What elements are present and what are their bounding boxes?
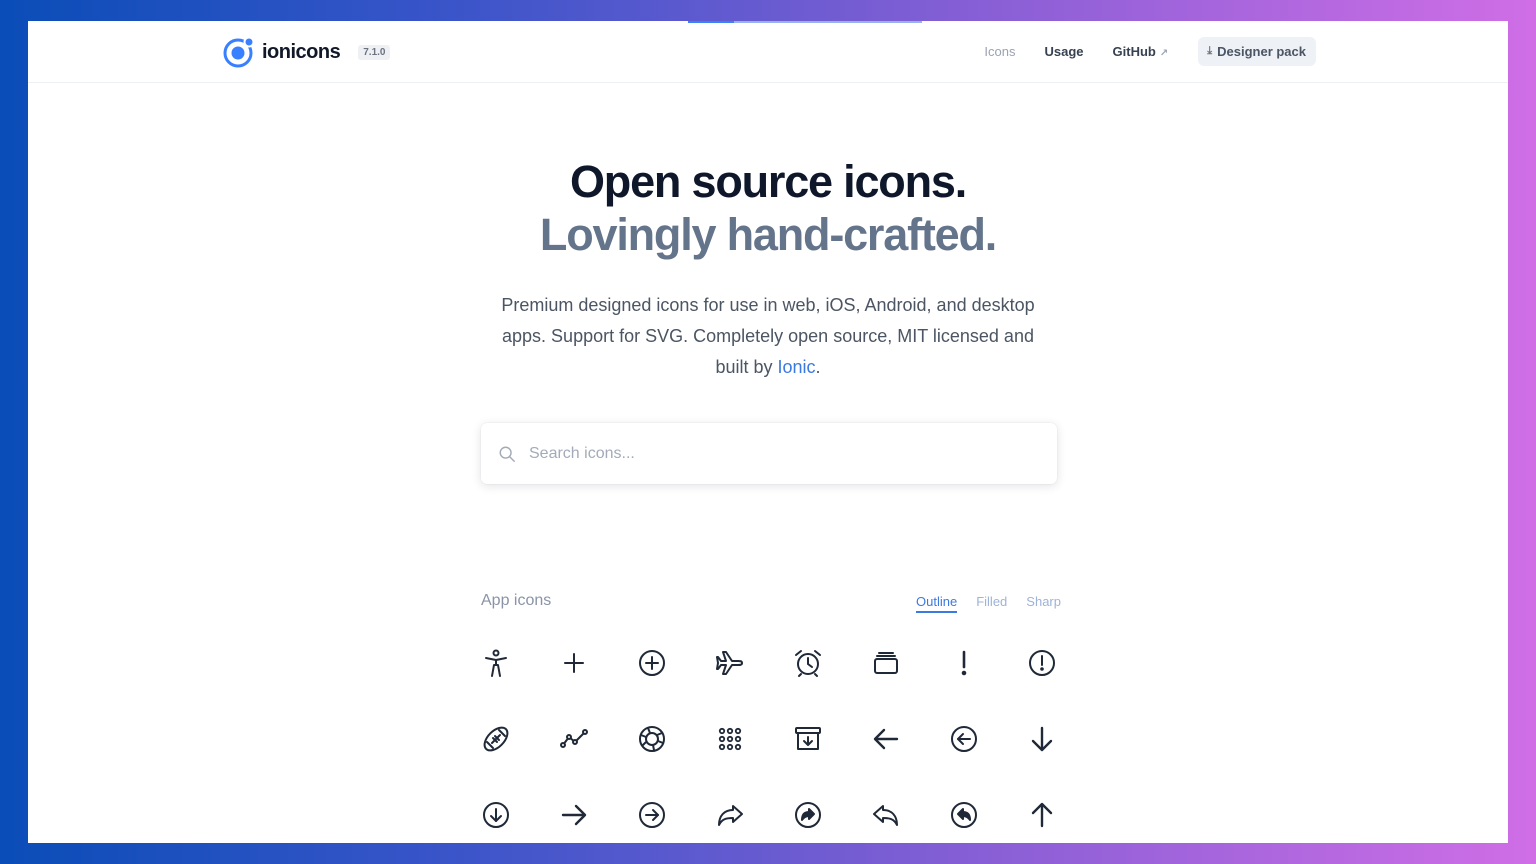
ionicons-logo-icon xyxy=(222,35,256,69)
airplane-outline-icon[interactable] xyxy=(710,643,750,683)
tab-sharp[interactable]: Sharp xyxy=(1026,594,1061,613)
logo[interactable]: ionicons 7.1.0 xyxy=(222,35,391,69)
american-football-outline-icon[interactable] xyxy=(476,719,516,759)
hero-description-text: Premium designed icons for use in web, i… xyxy=(501,295,1035,377)
apps-outline-icon[interactable] xyxy=(710,719,750,759)
arrow-undo-circle-outline-icon[interactable] xyxy=(944,795,984,835)
albums-outline-icon[interactable] xyxy=(866,643,906,683)
arrow-down-circle-outline-icon[interactable] xyxy=(476,795,516,835)
alert-circle-outline-icon[interactable] xyxy=(1022,643,1062,683)
icon-grid xyxy=(476,643,1116,843)
ionic-link[interactable]: Ionic xyxy=(778,357,816,377)
download-icon: ⤓ xyxy=(1207,45,1213,57)
arrow-redo-outline-icon[interactable] xyxy=(710,795,750,835)
logo-text: ionicons xyxy=(262,40,341,63)
analytics-outline-icon[interactable] xyxy=(554,719,594,759)
arrow-down-outline-icon[interactable] xyxy=(1022,719,1062,759)
section-title: App icons xyxy=(481,592,552,609)
aperture-outline-icon[interactable] xyxy=(632,719,672,759)
nav-icons-link[interactable]: Icons xyxy=(984,44,1015,59)
icon-style-tabs: Outline Filled Sharp xyxy=(897,594,1061,613)
hero-description: Premium designed icons for use in web, i… xyxy=(498,290,1038,383)
designer-pack-button[interactable]: ⤓ Designer pack xyxy=(1198,37,1316,66)
search-icon xyxy=(499,446,515,462)
alert-outline-icon[interactable] xyxy=(944,643,984,683)
external-link-icon: ↗ xyxy=(1159,48,1169,59)
hero-title-line1: Open source icons. xyxy=(569,156,967,207)
add-outline-icon[interactable] xyxy=(554,643,594,683)
designer-pack-label: Designer pack xyxy=(1217,44,1306,59)
arrow-forward-outline-icon[interactable] xyxy=(554,795,594,835)
nav-usage-link[interactable]: Usage xyxy=(1045,44,1084,59)
icons-section-header: App icons Outline Filled Sharp xyxy=(481,590,1061,614)
tab-outline[interactable]: Outline xyxy=(916,594,958,613)
nav-github-label: GitHub xyxy=(1112,44,1156,59)
arrow-up-outline-icon[interactable] xyxy=(1022,795,1062,835)
search-input[interactable] xyxy=(529,444,1029,463)
hero-description-end: . xyxy=(815,357,821,377)
tab-filled[interactable]: Filled xyxy=(976,594,1007,613)
site-header: ionicons 7.1.0 Icons Usage GitHub ↗ ⤓ Des… xyxy=(28,21,1508,83)
arrow-back-circle-outline-icon[interactable] xyxy=(944,719,984,759)
hero-title-line2: Lovingly hand-crafted. xyxy=(539,209,997,260)
nav-github-link[interactable]: GitHub ↗ xyxy=(1113,44,1169,59)
arrow-undo-outline-icon[interactable] xyxy=(866,795,906,835)
accessibility-outline-icon[interactable] xyxy=(476,643,516,683)
arrow-forward-circle-outline-icon[interactable] xyxy=(632,795,672,835)
top-nav: Icons Usage GitHub ↗ ⤓ Designer pack xyxy=(955,37,1316,66)
alarm-outline-icon[interactable] xyxy=(788,643,828,683)
search-box xyxy=(481,423,1057,484)
arrow-redo-circle-outline-icon[interactable] xyxy=(788,795,828,835)
version-badge: 7.1.0 xyxy=(358,44,391,60)
add-circle-outline-icon[interactable] xyxy=(632,643,672,683)
browser-viewport: ionicons 7.1.0 Icons Usage GitHub ↗ ⤓ Des… xyxy=(28,21,1508,843)
arrow-back-outline-icon[interactable] xyxy=(866,719,906,759)
archive-outline-icon[interactable] xyxy=(788,719,828,759)
hero-title: Open source icons. Lovingly hand-crafted… xyxy=(28,155,1508,261)
